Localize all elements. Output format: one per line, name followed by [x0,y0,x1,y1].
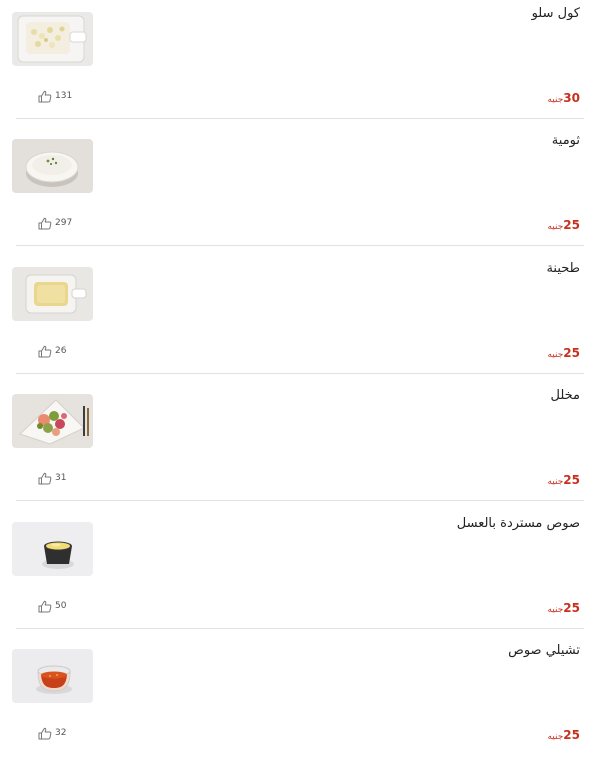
item-divider [16,373,584,374]
item-price: 30جنيه [547,87,580,106]
thumbs-up-icon [38,600,52,612]
price-amount: 30 [563,91,580,105]
like-count: 32 [55,728,67,738]
price-currency: جنيه [547,350,564,360]
menu-item[interactable]: كول سلو 30جنيه 131 [0,0,596,128]
price-currency: جنيه [547,477,564,487]
thumbs-up-icon [38,217,52,229]
like-count: 31 [55,473,67,483]
like-button[interactable]: 31 [38,471,66,485]
pickles-image [12,394,93,448]
thumbs-up-icon [38,727,52,739]
garlic-sauce-image [12,139,93,193]
item-price: 25جنيه [547,469,580,488]
price-currency: جنيه [547,732,564,742]
item-image[interactable] [12,12,93,66]
price-amount: 25 [563,728,580,742]
item-image[interactable] [12,394,93,448]
item-price: 25جنيه [547,724,580,743]
item-title: طحينة [546,261,580,276]
item-divider [16,500,584,501]
item-divider [16,245,584,246]
item-price: 25جنيه [547,597,580,616]
like-count: 26 [55,346,67,356]
like-button[interactable]: 131 [38,89,72,103]
like-button[interactable]: 26 [38,344,66,358]
item-divider [16,118,584,119]
item-price: 25جنيه [547,214,580,233]
tahini-image [12,267,93,321]
item-image[interactable] [12,649,93,703]
item-image[interactable] [12,139,93,193]
like-button[interactable]: 50 [38,599,66,613]
item-divider [16,628,584,629]
item-image[interactable] [12,267,93,321]
menu-list: كول سلو 30جنيه 131 ثومية 25جنيه 297 طحين… [0,0,596,755]
thumbs-up-icon [38,472,52,484]
menu-item[interactable]: تشيلي صوص 25جنيه 32 [0,637,596,765]
honey-mustard-image [12,522,93,576]
price-currency: جنيه [547,605,564,615]
thumbs-up-icon [38,345,52,357]
like-count: 131 [55,91,73,101]
like-button[interactable]: 297 [38,216,72,230]
menu-item[interactable]: مخلل 25جنيه 31 [0,382,596,510]
menu-item[interactable]: صوص مستردة بالعسل 25جنيه 50 [0,510,596,638]
chili-sauce-image [12,649,93,703]
menu-item[interactable]: طحينة 25جنيه 26 [0,255,596,383]
item-title: تشيلي صوص [508,643,580,658]
item-title: صوص مستردة بالعسل [456,516,580,531]
price-amount: 25 [563,218,580,232]
like-count: 297 [55,218,73,228]
like-button[interactable]: 32 [38,726,66,740]
thumbs-up-icon [38,90,52,102]
menu-item[interactable]: ثومية 25جنيه 297 [0,127,596,255]
price-amount: 25 [563,473,580,487]
price-amount: 25 [563,346,580,360]
like-count: 50 [55,601,67,611]
price-amount: 25 [563,601,580,615]
item-title: كول سلو [531,6,580,21]
price-currency: جنيه [547,95,564,105]
price-currency: جنيه [547,222,564,232]
item-title: ثومية [551,133,580,148]
coleslaw-image [12,12,93,66]
item-image[interactable] [12,522,93,576]
item-price: 25جنيه [547,342,580,361]
item-title: مخلل [550,388,580,403]
